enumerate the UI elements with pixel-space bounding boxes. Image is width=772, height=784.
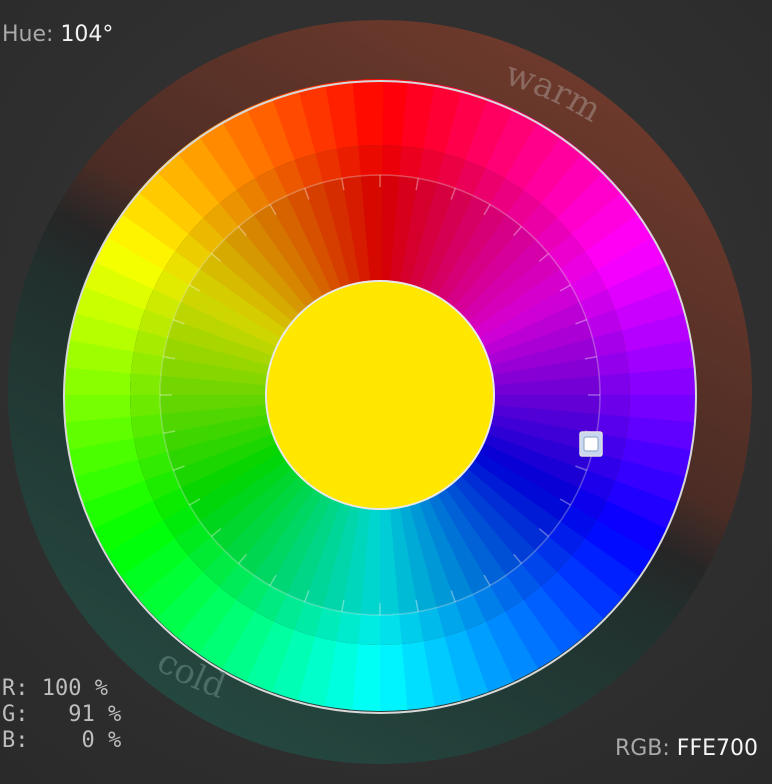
r-label: R:	[2, 676, 29, 701]
rgb-hex-label: RGB:	[614, 736, 670, 761]
rgb-percent-readout: R: 100 % G: 91 % B: 0 %	[2, 676, 121, 754]
r-value: 100 %	[41, 676, 108, 701]
hue-segment	[599, 373, 630, 398]
hue-segment	[358, 145, 383, 176]
g-label: G:	[2, 702, 29, 727]
hue-marker[interactable]	[579, 431, 603, 457]
rgb-hex-readout: RGB: FFE700	[615, 736, 758, 761]
b-value: 0 %	[81, 728, 122, 753]
g-value: 91 %	[68, 702, 122, 727]
marker-icon	[583, 436, 599, 452]
color-wheel[interactable]: warm cold	[0, 0, 772, 784]
hue-segment	[129, 392, 161, 417]
rgb-hex-value: FFE700	[676, 736, 758, 761]
center-color-swatch	[265, 280, 495, 510]
b-label: B:	[2, 728, 29, 753]
hue-segment	[377, 614, 402, 645]
